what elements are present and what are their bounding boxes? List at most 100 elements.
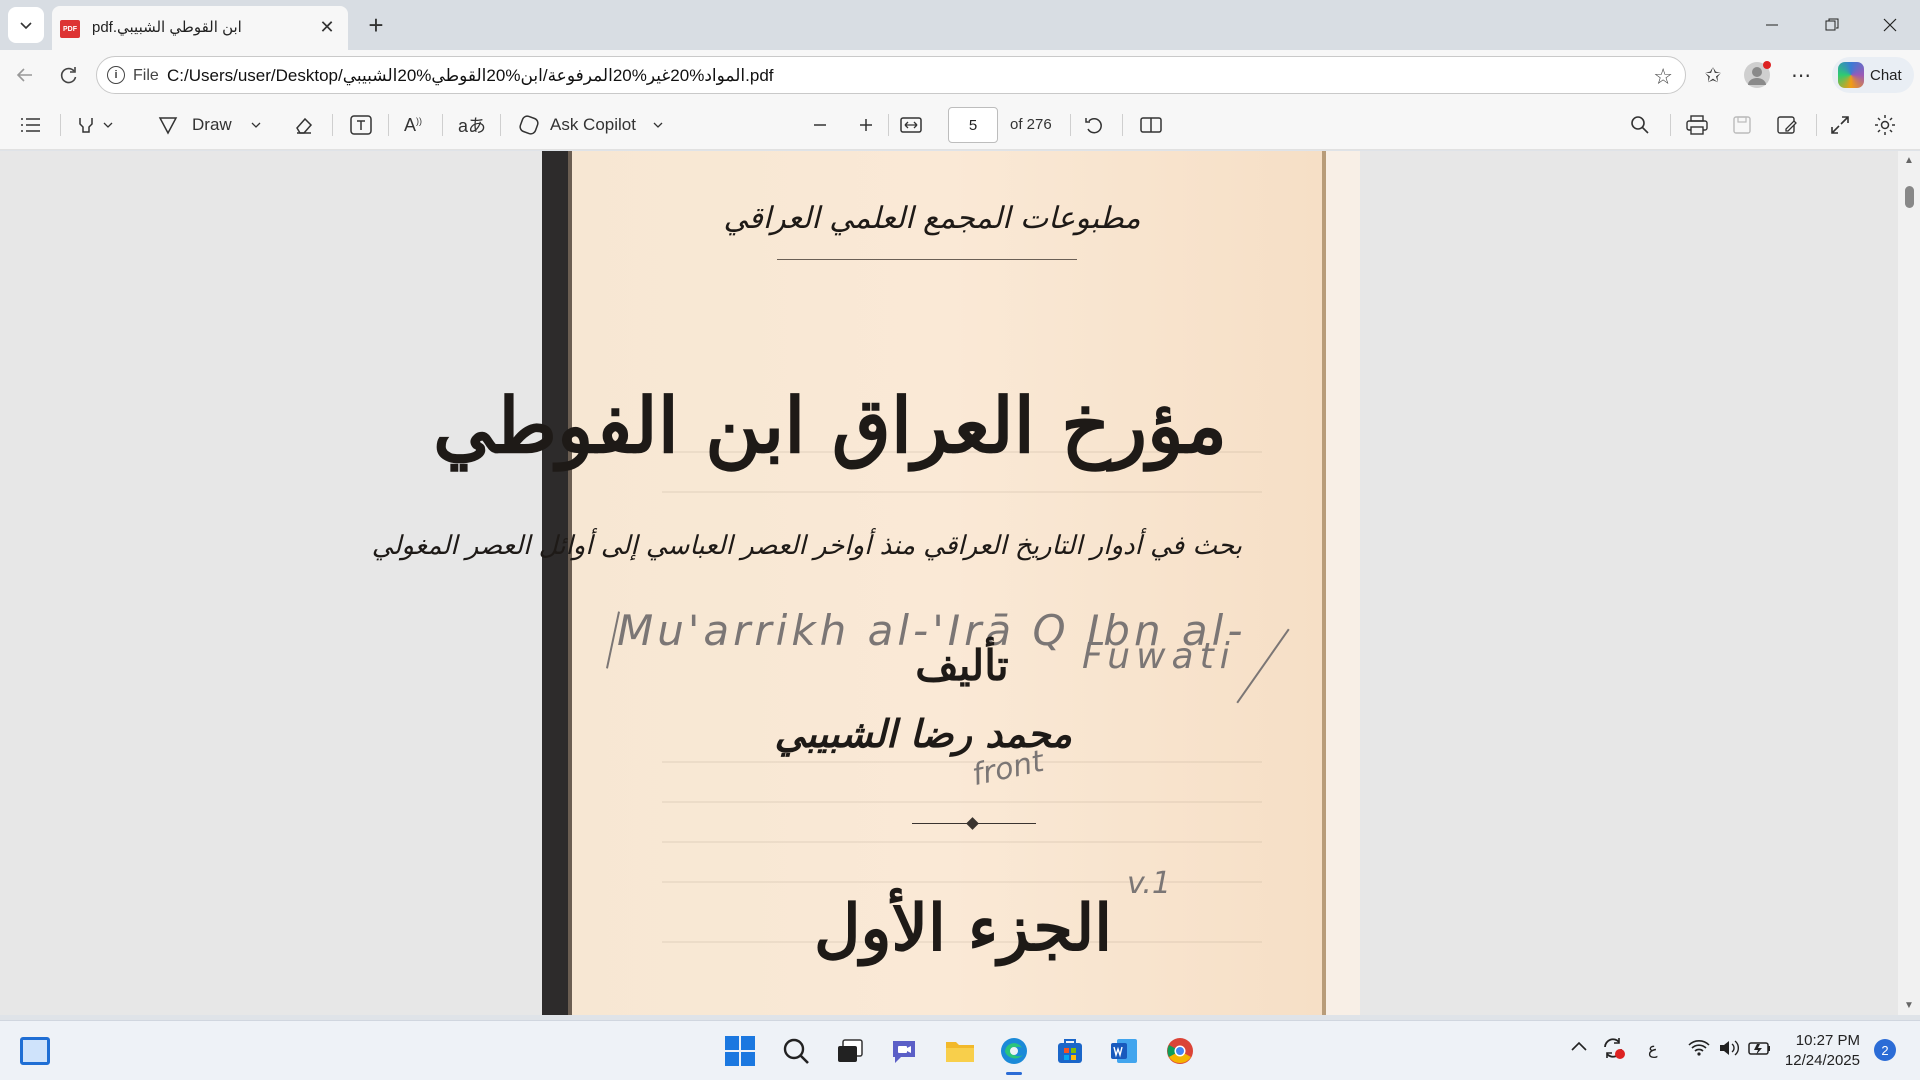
notification-badge[interactable]: 2 xyxy=(1874,1039,1896,1061)
settings-button[interactable] xyxy=(1874,110,1896,140)
scroll-thumb[interactable] xyxy=(1905,186,1914,208)
store-button[interactable] xyxy=(1052,1033,1088,1069)
input-language-indicator[interactable]: ع xyxy=(1648,1039,1658,1059)
clock-time: 10:27 PM xyxy=(1795,1032,1860,1049)
publisher-underline xyxy=(777,259,1077,260)
edge-browser-button[interactable] xyxy=(996,1033,1032,1075)
page-view-icon xyxy=(1140,117,1162,133)
volume-icon[interactable] xyxy=(1718,1039,1740,1062)
show-hidden-icons-button[interactable] xyxy=(1570,1039,1588,1058)
print-button[interactable] xyxy=(1686,110,1708,140)
vertical-scrollbar[interactable]: ▲ ▼ xyxy=(1898,151,1920,1015)
back-button[interactable] xyxy=(10,60,40,90)
rotate-button[interactable] xyxy=(1084,110,1104,140)
save-button[interactable] xyxy=(1732,110,1752,140)
system-clock[interactable]: 10:27 PM 12/24/2025 xyxy=(1780,1031,1860,1071)
save-as-button[interactable] xyxy=(1776,110,1798,140)
profile-avatar[interactable] xyxy=(1742,60,1772,90)
chevron-down-icon xyxy=(251,122,261,128)
refresh-button[interactable] xyxy=(54,60,84,90)
minimize-button[interactable] xyxy=(1752,10,1792,40)
zoom-in-button[interactable] xyxy=(858,110,874,140)
widgets-icon[interactable] xyxy=(20,1037,50,1065)
ask-copilot-button[interactable]: Ask Copilot xyxy=(518,110,664,140)
separator xyxy=(888,114,889,136)
page-view-button[interactable] xyxy=(1140,110,1162,140)
chat-label: Chat xyxy=(1870,66,1902,84)
sync-status-icon[interactable] xyxy=(1600,1035,1626,1066)
zoom-out-button[interactable] xyxy=(812,110,828,140)
scroll-up-arrow-icon[interactable]: ▲ xyxy=(1904,155,1914,166)
search-icon xyxy=(1631,116,1649,134)
read-aloud-button[interactable]: A)) xyxy=(404,110,422,140)
book-spine xyxy=(542,151,568,1015)
chevron-down-icon xyxy=(103,122,113,128)
teams-chat-button[interactable] xyxy=(886,1033,922,1069)
scroll-down-arrow-icon[interactable]: ▼ xyxy=(1904,1000,1914,1011)
ask-copilot-label: Ask Copilot xyxy=(550,115,636,134)
favorite-star-icon[interactable]: ☆ xyxy=(1653,64,1673,90)
bleed-through-line xyxy=(662,881,1262,883)
word-icon xyxy=(1111,1039,1137,1063)
publisher-heading: مطبوعات المجمع العلمي العراقي xyxy=(723,201,1141,236)
search-taskbar-button[interactable] xyxy=(778,1033,814,1069)
handwritten-volume-note: v.1 xyxy=(1127,866,1171,901)
fullscreen-button[interactable] xyxy=(1830,110,1850,140)
chevron-up-icon xyxy=(1571,1041,1587,1051)
erase-button[interactable] xyxy=(294,110,314,140)
separator xyxy=(1070,114,1071,136)
draw-label: Draw xyxy=(192,115,232,134)
separator xyxy=(442,114,443,136)
translate-button[interactable]: aあ xyxy=(458,110,486,140)
new-tab-button[interactable]: + xyxy=(362,10,390,40)
pdf-viewer[interactable]: مطبوعات المجمع العلمي العراقي مؤرخ العرا… xyxy=(0,151,1920,1015)
word-button[interactable] xyxy=(1106,1033,1142,1069)
page-margin xyxy=(1326,151,1360,1015)
close-tab-button[interactable]: ✕ xyxy=(316,16,338,38)
separator xyxy=(332,114,333,136)
list-icon xyxy=(21,118,40,132)
separator xyxy=(500,114,501,136)
page-number-input[interactable]: 5 xyxy=(948,107,998,143)
browser-tab[interactable]: PDF ابن القوطي الشبيبي.pdf ✕ xyxy=(52,6,348,50)
close-icon xyxy=(1883,18,1897,32)
start-button[interactable] xyxy=(722,1033,758,1069)
draw-button[interactable]: Draw xyxy=(158,110,262,140)
info-icon[interactable]: i xyxy=(107,66,125,84)
wifi-icon[interactable] xyxy=(1688,1039,1710,1062)
page-count-label: of 276 xyxy=(1010,116,1052,133)
copilot-chat-button[interactable]: Chat xyxy=(1832,57,1914,93)
fit-to-width-button[interactable] xyxy=(900,110,922,140)
file-explorer-button[interactable] xyxy=(942,1033,978,1069)
pdf-page: مطبوعات المجمع العلمي العراقي مؤرخ العرا… xyxy=(372,151,1360,1015)
chrome-button[interactable] xyxy=(1162,1033,1198,1069)
separator xyxy=(388,114,389,136)
contents-button[interactable] xyxy=(20,110,42,140)
url-text[interactable]: C:/Users/user/Desktop/المواد%20غير%20الم… xyxy=(167,66,774,86)
separator xyxy=(1670,114,1671,136)
highlighter-icon xyxy=(79,118,93,133)
restore-button[interactable] xyxy=(1812,10,1852,40)
clock-date: 12/24/2025 xyxy=(1784,1052,1860,1069)
more-options-icon[interactable]: ⋯ xyxy=(1786,60,1816,90)
volume-label: الجزء الأول xyxy=(814,891,1112,966)
task-view-icon xyxy=(838,1039,863,1062)
read-aloud-icon: A)) xyxy=(404,114,423,135)
search-button[interactable] xyxy=(1630,110,1650,140)
task-view-button[interactable] xyxy=(832,1033,868,1069)
bleed-through-line xyxy=(662,841,1262,843)
sync-icon xyxy=(1604,1038,1625,1059)
favorites-icon[interactable]: ✩ xyxy=(1698,60,1728,90)
rotate-icon xyxy=(1085,117,1102,134)
highlight-button[interactable] xyxy=(76,110,114,140)
close-window-button[interactable] xyxy=(1870,10,1910,40)
tab-actions-button[interactable] xyxy=(8,7,44,43)
bleed-through-line xyxy=(662,761,1262,763)
folder-icon xyxy=(946,1042,974,1062)
chevron-down-icon xyxy=(20,22,32,30)
edge-icon xyxy=(1001,1038,1027,1064)
copilot-outline-icon xyxy=(519,115,539,135)
add-text-button[interactable] xyxy=(350,110,372,140)
battery-icon[interactable] xyxy=(1748,1039,1772,1062)
address-field[interactable]: i File C:/Users/user/Desktop/المواد%20غي… xyxy=(96,56,1686,94)
